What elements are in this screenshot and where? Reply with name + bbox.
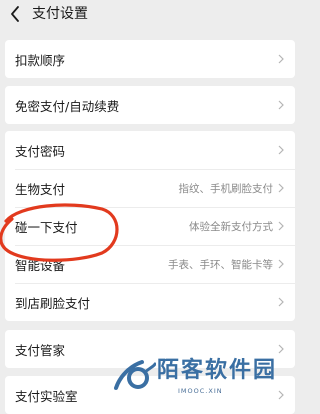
chevron-right-icon (277, 53, 285, 65)
settings-group-deduction: 扣款顺序 (5, 40, 295, 78)
back-button[interactable] (6, 4, 24, 24)
row-label: 碰一下支付 (15, 219, 78, 235)
row-label: 支付密码 (15, 143, 66, 159)
chevron-right-icon (277, 220, 285, 232)
chevron-right-icon (277, 389, 285, 401)
row-label: 支付管家 (15, 342, 66, 358)
chevron-right-icon (277, 182, 285, 194)
row-value: 指纹、手机刷脸支付 (178, 182, 274, 195)
row-biometric-payment[interactable]: 生物支付 指纹、手机刷脸支付 (5, 169, 295, 207)
row-deduction-order[interactable]: 扣款顺序 (5, 40, 295, 78)
row-label: 智能设备 (15, 257, 66, 273)
row-password-free-payment[interactable]: 免密支付/自动续费 (5, 86, 295, 124)
settings-group-autopay: 免密支付/自动续费 (5, 86, 295, 124)
settings-group-payment-methods: 支付密码 生物支付 指纹、手机刷脸支付 碰一下支付 体验全新支付方式 智能设备 … (5, 131, 295, 321)
row-label: 到店刷脸支付 (15, 295, 91, 311)
row-tap-to-pay[interactable]: 碰一下支付 体验全新支付方式 (5, 207, 295, 245)
chevron-right-icon (277, 343, 285, 355)
settings-group-payment-lab: 支付实验室 (5, 376, 295, 414)
row-payment-password[interactable]: 支付密码 (5, 131, 295, 169)
chevron-right-icon (277, 296, 285, 308)
row-label: 支付实验室 (15, 388, 78, 404)
row-in-store-face-pay[interactable]: 到店刷脸支付 (5, 283, 295, 321)
row-payment-lab[interactable]: 支付实验室 (5, 376, 295, 414)
row-label: 免密支付/自动续费 (15, 98, 120, 114)
row-label: 扣款顺序 (15, 52, 66, 68)
top-bar: 支付设置 (0, 0, 300, 30)
page-title: 支付设置 (32, 6, 88, 22)
row-smart-devices[interactable]: 智能设备 手表、手环、智能卡等 (5, 245, 295, 283)
row-label: 生物支付 (15, 181, 66, 197)
chevron-right-icon (277, 99, 285, 111)
chevron-right-icon (277, 144, 285, 156)
row-value: 手表、手环、智能卡等 (168, 258, 273, 271)
row-payment-manager[interactable]: 支付管家 (5, 330, 295, 368)
chevron-right-icon (277, 258, 285, 270)
settings-group-payment-manager: 支付管家 (5, 330, 295, 368)
row-value: 体验全新支付方式 (189, 220, 273, 233)
chevron-left-icon (11, 6, 19, 22)
